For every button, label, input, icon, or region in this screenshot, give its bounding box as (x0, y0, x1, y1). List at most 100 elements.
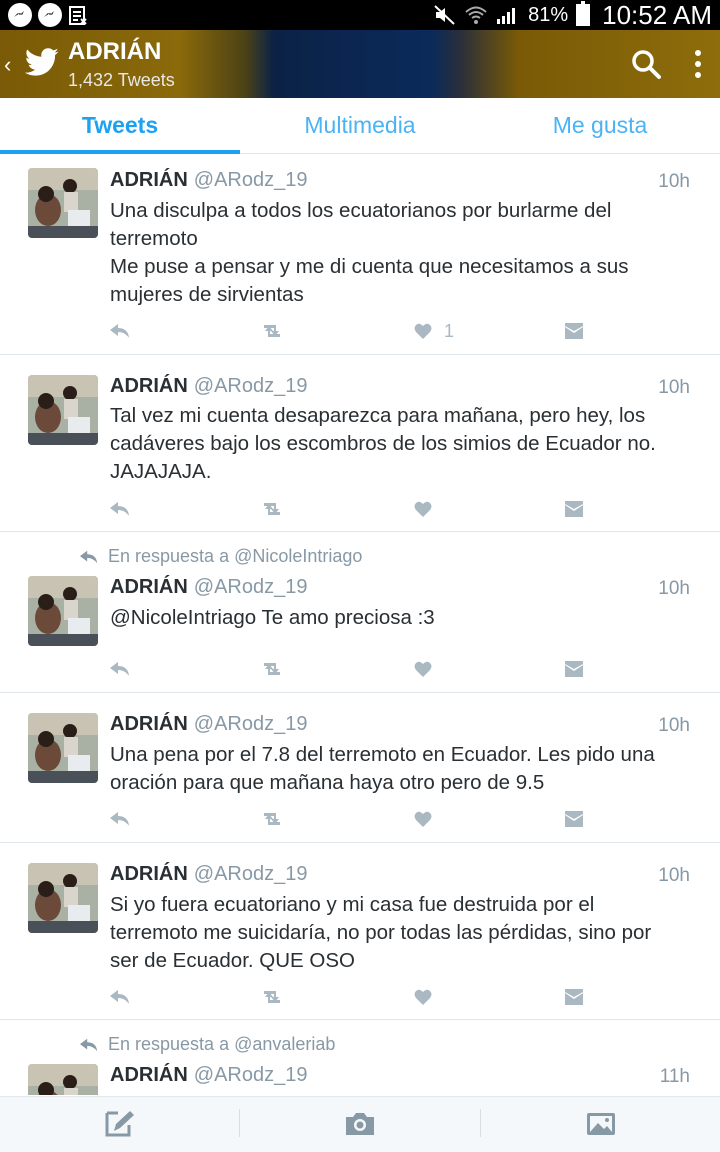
tweet-author-name[interactable]: ADRIÁN (110, 863, 188, 885)
avatar[interactable] (28, 168, 98, 238)
messenger-icon (8, 3, 32, 27)
back-arrow-icon[interactable]: ‹ (4, 52, 11, 78)
tweet-author-name[interactable]: ADRIÁN (110, 576, 188, 598)
reply-icon (110, 812, 129, 826)
avatar[interactable] (28, 863, 98, 933)
tab-tweets[interactable]: Tweets (0, 98, 240, 154)
envelope-icon (565, 501, 583, 517)
avatar[interactable] (28, 576, 98, 646)
tweet-timestamp: 10h (658, 865, 690, 886)
more-options-icon[interactable] (690, 48, 706, 80)
retweet-icon (264, 503, 280, 515)
direct-message-button[interactable] (565, 319, 583, 343)
like-button[interactable] (414, 807, 432, 831)
like-button[interactable] (414, 985, 432, 1009)
battery-percent: 81% (528, 3, 569, 26)
clock: 10:52 AM (602, 0, 712, 30)
like-button[interactable] (414, 497, 432, 521)
heart-icon (414, 989, 432, 1005)
heart-icon (414, 811, 432, 827)
tweet-item[interactable]: ADRIÁN @ARodz_19 10h Si yo fuera ecuatori… (0, 843, 720, 1020)
heart-icon (414, 323, 432, 339)
profile-tabs: Tweets Multimedia Me gusta (0, 98, 720, 154)
like-button[interactable]: 1 (414, 319, 454, 343)
reply-button[interactable] (110, 657, 130, 681)
reply-button[interactable] (110, 985, 130, 1009)
direct-message-button[interactable] (565, 497, 583, 521)
tweet-timestamp: 11h (659, 1066, 690, 1087)
tweet-timestamp: 10h (658, 715, 690, 736)
tweet-text: Una pena por el 7.8 del terremoto en Ecu… (110, 743, 655, 794)
tab-likes[interactable]: Me gusta (480, 98, 720, 153)
bottom-composer-bar (0, 1096, 720, 1152)
tweet-actions: 1 (110, 319, 590, 343)
tweet-timestamp: 10h (658, 578, 690, 599)
retweet-button[interactable] (260, 985, 284, 1009)
compose-tweet-icon[interactable] (104, 1109, 136, 1139)
envelope-icon (565, 811, 583, 827)
tweet-actions (110, 657, 590, 681)
tweet-timeline[interactable]: ADRIÁN @ARodz_19 10h Una disculpa a todos… (0, 155, 720, 1095)
tweet-author-handle[interactable]: @ARodz_19 (194, 576, 308, 598)
heart-icon (414, 501, 432, 517)
like-button[interactable] (414, 657, 432, 681)
tweet-author-handle[interactable]: @ARodz_19 (194, 375, 308, 397)
avatar[interactable] (28, 713, 98, 783)
reply-button[interactable] (110, 807, 130, 831)
tweet-author-handle[interactable]: @ARodz_19 (194, 1064, 308, 1086)
tweet-author-handle[interactable]: @ARodz_19 (194, 863, 308, 885)
divider (480, 1109, 481, 1137)
mute-icon (434, 5, 455, 25)
tweet-author-name[interactable]: ADRIÁN (110, 375, 188, 397)
avatar[interactable] (28, 1064, 98, 1095)
tweet-actions (110, 985, 590, 1009)
reply-context[interactable]: En respuesta a @NicoleIntriago (80, 546, 362, 567)
tweet-author-name[interactable]: ADRIÁN (110, 169, 188, 191)
retweet-button[interactable] (260, 497, 284, 521)
tweet-item[interactable]: En respuesta a @anvaleriab ADRIÁN @ARodz_… (0, 1020, 720, 1095)
tweet-item[interactable]: ADRIÁN @ARodz_19 10h Una pena por el 7.8 … (0, 693, 720, 843)
tweet-text: Una disculpa a todos los ecuatorianos po… (110, 199, 629, 306)
signal-icon (497, 8, 516, 24)
reply-icon (80, 1038, 98, 1051)
reply-icon (110, 990, 129, 1004)
camera-icon[interactable] (344, 1109, 376, 1139)
profile-header: ‹ ADRIÁN 1,432 Tweets (0, 30, 720, 98)
twitter-bird-icon[interactable] (24, 46, 60, 80)
wifi-icon (465, 6, 487, 24)
retweet-button[interactable] (260, 319, 284, 343)
reply-context[interactable]: En respuesta a @anvaleriab (80, 1034, 335, 1055)
reply-button[interactable] (110, 497, 130, 521)
tweet-item[interactable]: ADRIÁN @ARodz_19 10h Tal vez mi cuenta de… (0, 355, 720, 532)
tweet-item[interactable]: ADRIÁN @ARodz_19 10h Una disculpa a todos… (0, 155, 720, 355)
reply-context-text[interactable]: En respuesta a @anvaleriab (108, 1034, 335, 1055)
tweet-actions (110, 807, 590, 831)
tweet-author-handle[interactable]: @ARodz_19 (194, 169, 308, 191)
search-icon[interactable] (630, 48, 662, 80)
tweet-count: 1,432 Tweets (68, 70, 175, 90)
reply-context-text[interactable]: En respuesta a @NicoleIntriago (108, 546, 362, 567)
tweet-timestamp: 10h (658, 171, 690, 192)
retweet-button[interactable] (260, 657, 284, 681)
retweet-icon (264, 663, 280, 675)
direct-message-button[interactable] (565, 657, 583, 681)
reply-icon (110, 662, 129, 676)
retweet-icon (264, 325, 280, 337)
tweet-author-name[interactable]: ADRIÁN (110, 713, 188, 735)
tweet-actions (110, 497, 590, 521)
photo-gallery-icon[interactable] (585, 1109, 617, 1139)
tab-multimedia[interactable]: Multimedia (240, 98, 480, 153)
tweet-item[interactable]: En respuesta a @NicoleIntriago ADRIÁN @AR… (0, 532, 720, 693)
reply-button[interactable] (110, 319, 130, 343)
avatar[interactable] (28, 375, 98, 445)
envelope-icon (565, 989, 583, 1005)
direct-message-button[interactable] (565, 807, 583, 831)
direct-message-button[interactable] (565, 985, 583, 1009)
messenger-icon (38, 3, 62, 27)
retweet-button[interactable] (260, 807, 284, 831)
heart-icon (414, 661, 432, 677)
tweet-author-name[interactable]: ADRIÁN (110, 1064, 188, 1086)
tweet-author-handle[interactable]: @ARodz_19 (194, 713, 308, 735)
profile-name: ADRIÁN (68, 38, 162, 65)
tweet-text: Tal vez mi cuenta desaparezca para mañan… (110, 404, 656, 483)
